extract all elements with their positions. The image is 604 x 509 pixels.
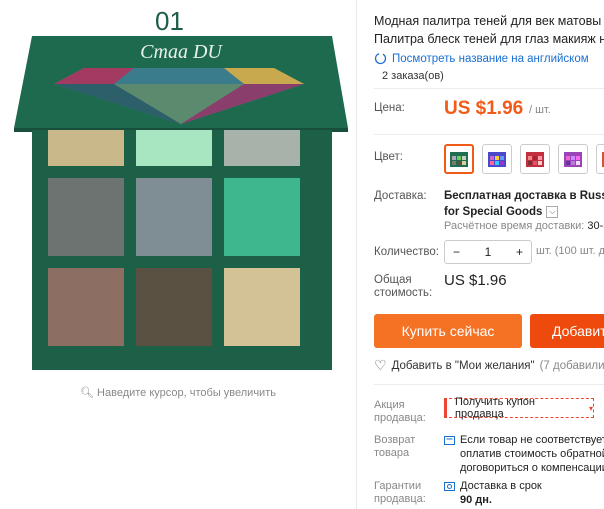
quantity-input[interactable]: 1 (477, 245, 500, 259)
red-palette-icon (526, 152, 544, 167)
returns-line2: оплатив стоимость обратной (460, 448, 604, 460)
delivery-label: Доставка: (374, 190, 427, 202)
product-image[interactable]: Cmaa DU (14, 32, 348, 372)
chevron-down-icon[interactable]: ⌵ (546, 206, 559, 218)
add-to-cart-button[interactable]: Добавит (530, 314, 604, 348)
delivery-time-value: 30-50 (587, 220, 604, 232)
orders-count: 2 заказа(ов) (382, 70, 444, 82)
product-info-panel: Модная палитра теней для век матовы Пали… (374, 0, 604, 509)
get-coupon-button[interactable]: Получить купон продавца ▾ (444, 396, 594, 420)
returns-label-line1: Возврат (374, 434, 416, 446)
returns-info: Если товар не соответствует о оплатив ст… (444, 433, 604, 475)
returns-label: Возврат товара (374, 434, 415, 460)
product-title-line1: Модная палитра теней для век матовы (374, 14, 602, 28)
guarantee-label-line1: Гарантии (374, 480, 422, 492)
translate-link-text[interactable]: Посмотреть название на английском (392, 53, 589, 65)
guarantee-line1: Доставка в срок (460, 480, 542, 492)
translate-link[interactable]: Посмотреть название на английском (374, 52, 589, 65)
product-title: Модная палитра теней для век матовы Пали… (374, 12, 604, 48)
purple-palette-icon (564, 152, 582, 167)
divider (374, 134, 604, 135)
magnifier-icon: 🔍︎ (80, 387, 94, 399)
panel-divider (356, 0, 357, 509)
quantity-increase-button[interactable]: + (508, 245, 531, 259)
blue-palette-icon (488, 152, 506, 167)
eyeshadow-palette-image: Cmaa DU (14, 36, 348, 370)
zoom-hint: 🔍︎ Наведите курсор, чтобы увеличить (0, 386, 356, 399)
quantity-note: шт. (100 шт. дос (536, 245, 604, 257)
caret-down-icon: ▾ (588, 403, 593, 413)
quantity-label: Количество: (374, 246, 439, 258)
product-title-line2: Палитра блеск теней для глаз макияж н (374, 32, 604, 46)
green-palette-icon (450, 152, 468, 167)
coupon-text[interactable]: Получить купон продавца (455, 396, 583, 420)
wishlist-text[interactable]: Добавить в "Мои желания" (392, 360, 535, 372)
color-option-orange[interactable] (596, 144, 604, 174)
price-unit: / шт. (529, 104, 551, 116)
translate-icon (374, 52, 387, 65)
total-label: Общая стоимость: (374, 274, 432, 300)
return-icon (444, 435, 455, 445)
promo-label-line1: Акция (374, 399, 405, 411)
color-option-blue[interactable] (482, 144, 512, 174)
returns-line3: договориться о компенсации (460, 462, 604, 474)
total-label-line2: стоимость: (374, 287, 433, 299)
brand-logo-text: Cmaa DU (140, 41, 223, 63)
price-value: US $1.96 (444, 98, 524, 119)
color-label: Цвет: (374, 151, 403, 163)
guarantee-info: Доставка в срок 90 дн. (444, 479, 542, 507)
returns-label-line2: товара (374, 447, 410, 459)
color-swatches (444, 144, 604, 174)
delivery-line1: Бесплатная доставка в Russian (444, 190, 604, 202)
heart-icon: ♡ (374, 357, 387, 373)
delivery-time-label: Расчётное время доставки: (444, 220, 585, 232)
wishlist-link[interactable]: ♡ Добавить в "Мои желания" (7 добавили) … (374, 357, 604, 374)
delivery-line2: for Special Goods (444, 206, 543, 218)
delivery-clock-icon (444, 481, 455, 491)
total-value: US $1.96 (444, 272, 507, 289)
total-label-line1: Общая (374, 274, 412, 286)
color-option-purple[interactable] (558, 144, 588, 174)
price-label: Цена: (374, 102, 405, 114)
divider (374, 384, 604, 385)
color-option-green[interactable] (444, 144, 474, 174)
promo-label: Акция продавца: (374, 399, 426, 425)
guarantee-label: Гарантии продавца: (374, 480, 426, 506)
guarantee-line2: 90 дн. (460, 494, 492, 506)
delivery-info: Бесплатная доставка в Russian for Specia… (444, 188, 604, 220)
guarantee-label-line2: продавца: (374, 493, 426, 505)
color-option-red[interactable] (520, 144, 550, 174)
buy-now-button[interactable]: Купить сейчас (374, 314, 522, 348)
wishlist-count: (7 добавили) (539, 359, 604, 372)
quantity-decrease-button[interactable]: − (445, 245, 468, 259)
delivery-time: Расчётное время доставки: 30-50 (444, 220, 604, 232)
zoom-hint-text: Наведите курсор, чтобы увеличить (97, 387, 276, 399)
divider (374, 88, 604, 89)
returns-line1: Если товар не соответствует о (460, 434, 604, 446)
product-image-panel: 01 Cmaa DU 🔍︎ Наведите курсор, чтобы уве… (0, 0, 356, 509)
promo-label-line2: продавца: (374, 412, 426, 424)
quantity-stepper: − 1 + (444, 240, 532, 264)
